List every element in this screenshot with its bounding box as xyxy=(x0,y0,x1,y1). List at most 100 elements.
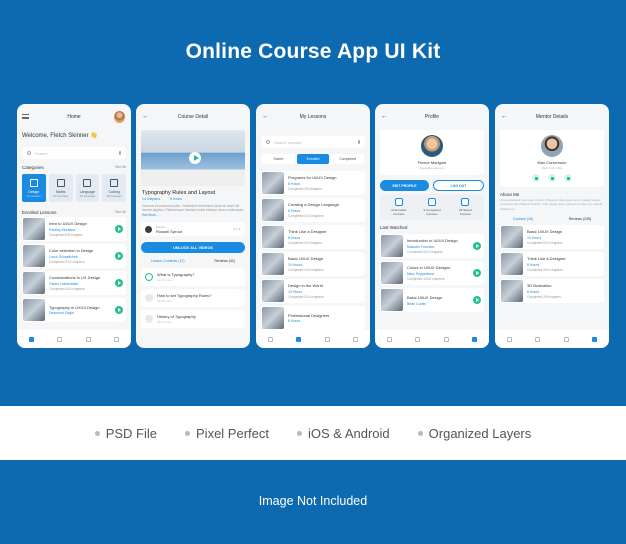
play-icon[interactable] xyxy=(115,279,123,287)
mentor-card[interactable]: Mentor Russell Sprout 4.9 xyxy=(141,222,245,237)
list-item[interactable]: Typography in UX/UI Design Desmond Eagle xyxy=(22,298,126,322)
course-video-thumbnail[interactable] xyxy=(141,130,245,186)
header-title: My Lessons xyxy=(299,114,327,120)
home-icon[interactable] xyxy=(386,336,392,342)
courses-icon[interactable] xyxy=(415,336,421,342)
lesson-progress: Completed 2/8 chapters xyxy=(288,187,322,191)
play-icon[interactable] xyxy=(115,252,123,260)
courses-icon[interactable] xyxy=(535,336,541,342)
chapter-title: How to set Typography Rules? xyxy=(157,293,212,299)
stat-sub: Courses xyxy=(459,212,471,217)
back-arrow-icon[interactable]: ← xyxy=(501,113,508,120)
play-icon[interactable] xyxy=(115,306,123,314)
play-icon[interactable] xyxy=(115,225,123,233)
microphone-icon[interactable] xyxy=(119,151,121,155)
list-item[interactable]: 3D Illustration 8 Hours Completed 2/8 chap… xyxy=(500,279,604,304)
design-icon xyxy=(29,178,38,187)
user-icon[interactable] xyxy=(114,336,120,342)
category-design[interactable]: Design 6 Courses xyxy=(22,174,46,202)
stat-saved[interactable]: 28 Saved Courses xyxy=(449,198,482,216)
list-item[interactable]: Programs for UI/UX Design 8 Hours Complete… xyxy=(261,171,365,195)
chapter-item[interactable]: History of Typography 18:24 mins xyxy=(141,310,245,329)
list-item[interactable]: Color selection in Design Lurch Schpellch… xyxy=(22,244,126,268)
profile-email: fleece@email.com xyxy=(419,166,445,170)
home-icon[interactable] xyxy=(506,336,512,342)
chat-icon[interactable] xyxy=(548,174,556,182)
list-item[interactable]: Basic UI/UX Design 10 Hours Completed 2/10… xyxy=(261,252,365,276)
bell-icon[interactable] xyxy=(324,336,330,342)
tab-courses[interactable]: Courses (16) xyxy=(513,217,533,221)
segment-enrolled[interactable]: Enrolled xyxy=(296,154,330,164)
list-item[interactable]: Basic UI/UX Design 10 Hours Completed 8/10… xyxy=(500,225,604,250)
chapter-item[interactable]: How to set Typography Rules? 23:45 mins xyxy=(141,289,245,308)
chapter-title: History of Typography xyxy=(157,314,196,320)
list-item[interactable]: Colors in UI/UX Designs Niles Peppertrout… xyxy=(380,261,484,286)
menu-icon[interactable] xyxy=(22,114,29,119)
user-icon[interactable] xyxy=(353,336,359,342)
stat-enrolled[interactable]: 12 Enrolled Courses xyxy=(382,198,415,216)
tab-lesson-contents[interactable]: Lesson Contents (12) xyxy=(151,259,184,263)
user-icon[interactable] xyxy=(592,336,598,342)
segment-saved[interactable]: Saved xyxy=(262,154,295,164)
see-all-link[interactable]: See All xyxy=(115,165,126,170)
avatar[interactable] xyxy=(114,111,125,123)
certificate-icon xyxy=(427,198,436,206)
category-coding[interactable]: Coding 16 Courses xyxy=(102,174,126,202)
stat-completed[interactable]: 9 Completed Courses xyxy=(415,198,448,216)
courses-icon[interactable] xyxy=(57,336,63,342)
lesson-progress: Completed 4/14 chapters xyxy=(49,287,85,291)
back-arrow-icon[interactable]: ← xyxy=(262,113,269,120)
my-lessons-screen: ← My Lessons Search lessons Saved Enroll… xyxy=(256,104,370,348)
home-icon[interactable] xyxy=(267,336,273,342)
courses-icon[interactable] xyxy=(296,336,302,342)
bell-icon[interactable] xyxy=(443,336,449,342)
search-input[interactable]: Search xyxy=(22,147,126,159)
list-item[interactable]: Creating a Design Language 8 Hours Complet… xyxy=(261,198,365,222)
back-arrow-icon[interactable]: ← xyxy=(142,113,149,120)
lesson-title: Typography in UX/UI Design xyxy=(49,304,100,310)
list-item[interactable]: Introduction to UI/UX Design Malcolm Func… xyxy=(380,234,484,259)
play-icon[interactable] xyxy=(473,242,481,251)
phone-icon[interactable] xyxy=(532,174,540,182)
microphone-icon[interactable] xyxy=(358,140,360,144)
unlock-videos-button[interactable]: UNLOCK ALL VIDEOS xyxy=(141,242,245,254)
category-language[interactable]: Language 12 Courses xyxy=(75,174,100,202)
list-item[interactable]: Considerations in UX Design Gizmo Holland… xyxy=(22,271,126,295)
lesson-progress: Completed 2/12 chapters xyxy=(49,260,85,264)
edit-profile-button[interactable]: EDIT PROFILE xyxy=(380,180,429,191)
bell-icon[interactable] xyxy=(563,336,569,342)
home-icon[interactable] xyxy=(28,336,34,342)
mail-icon[interactable] xyxy=(564,174,572,182)
bell-icon[interactable] xyxy=(85,336,91,342)
tab-reviews[interactable]: Reviews (42) xyxy=(215,259,235,263)
logout-button[interactable]: LOG OUT xyxy=(433,180,484,191)
lesson-segments: Saved Enrolled Completed xyxy=(261,154,365,164)
tab-reviews[interactable]: Reviews (245) xyxy=(569,217,591,221)
back-arrow-icon[interactable]: ← xyxy=(381,113,388,120)
list-item[interactable]: Think Like a Designer 8 Hours Completed 4/… xyxy=(500,252,604,277)
segment-completed[interactable]: Completed xyxy=(331,154,365,164)
play-icon[interactable] xyxy=(473,296,481,305)
search-input[interactable]: Search lessons xyxy=(261,136,365,148)
list-item[interactable]: Basic UI/UX Design Brian Cumin xyxy=(380,288,484,313)
feature-item: PSD File xyxy=(94,426,157,441)
category-maths[interactable]: Maths 10 Courses xyxy=(48,174,73,202)
list-item[interactable]: Think Like a Designer 8 Hours Completed 0/… xyxy=(261,225,365,249)
about-text: Cras gravida id risus eget cursus. Praes… xyxy=(500,198,603,211)
see-more-link[interactable]: See More... xyxy=(142,213,158,217)
see-all-link[interactable]: See All xyxy=(115,210,126,215)
list-item[interactable]: Design in the World 10 Hours Completed 0/1… xyxy=(261,279,365,303)
list-item[interactable]: Intro to UI/UX Design Parsley Montana Comp… xyxy=(22,217,126,241)
play-icon[interactable] xyxy=(189,152,201,164)
list-item[interactable]: Professional Designers 8 Hours xyxy=(261,306,365,330)
lesson-thumbnail xyxy=(23,299,45,321)
document-icon xyxy=(461,198,470,206)
lesson-thumbnail xyxy=(262,226,284,248)
user-icon[interactable] xyxy=(472,336,478,342)
bottom-nav xyxy=(17,330,131,348)
chapter-item[interactable]: What is Typography? 12:34 mins xyxy=(141,268,245,287)
play-icon[interactable] xyxy=(473,269,481,278)
search-icon xyxy=(266,140,270,144)
bottom-nav xyxy=(375,330,489,348)
lesson-title: Think Like a Designer xyxy=(288,229,327,234)
